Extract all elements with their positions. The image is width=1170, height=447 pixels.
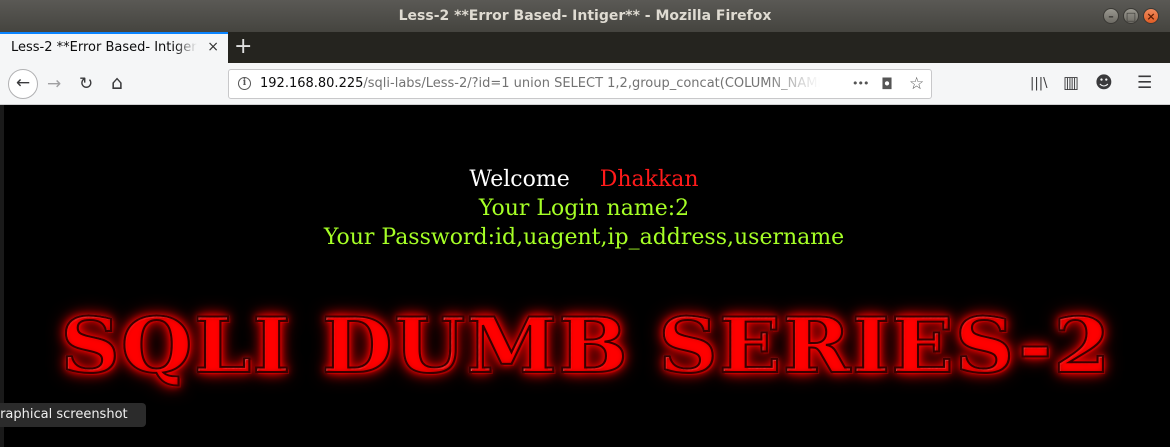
url-host: 192.168.80.225 [260, 76, 364, 91]
window-titlebar: Less-2 **Error Based- Intiger** - Mozill… [0, 0, 1170, 32]
minimize-icon[interactable]: – [1103, 8, 1119, 24]
tab-active[interactable]: Less-2 **Error Based- Intiger** - Mozill… [0, 32, 228, 63]
library-icon[interactable]: |||\ [1030, 74, 1048, 94]
window-title: Less-2 **Error Based- Intiger** - Mozill… [398, 8, 772, 24]
back-button[interactable]: ← [8, 69, 38, 99]
password-line: Your Password:id,uagent,ip_address,usern… [323, 225, 845, 250]
page-content: Welcome Dhakkan Your Login name:2 Your Pa… [4, 105, 1170, 447]
welcome-line: Welcome Dhakkan [4, 167, 1164, 192]
tab-strip: Less-2 **Error Based- Intiger** - Mozill… [0, 32, 1170, 63]
tab-close-icon[interactable]: × [207, 34, 219, 61]
account-icon[interactable]: ☻ [1095, 73, 1113, 93]
url-bar[interactable]: i 192.168.80.225/sqli-labs/Less-2/?id=1 … [228, 69, 932, 99]
bookmark-star-icon[interactable]: ☆ [909, 70, 924, 98]
url-text[interactable]: 192.168.80.225/sqli-labs/Less-2/?id=1 un… [260, 70, 820, 98]
page-actions-icon[interactable]: ••• [852, 70, 869, 98]
tooltip: Graphical screenshot [0, 403, 146, 427]
url-path: /sqli-labs/Less-2/?id=1 union SELECT 1,2… [363, 76, 820, 91]
welcome-label: Welcome [469, 167, 570, 192]
close-window-icon[interactable]: × [1143, 8, 1159, 24]
sidebar-icon[interactable]: ▥ [1063, 73, 1079, 93]
login-name-line: Your Login name:2 [478, 196, 690, 221]
maximize-icon[interactable]: □ [1123, 8, 1139, 24]
sqli-banner: SQLI DUMB SERIES-2 [46, 300, 1126, 391]
menu-icon[interactable]: ☰ [1137, 73, 1152, 93]
new-tab-icon[interactable]: + [234, 33, 252, 61]
pocket-icon[interactable]: ◘ [881, 70, 893, 98]
info-icon[interactable]: i [238, 77, 251, 90]
forward-button[interactable]: → [47, 74, 61, 94]
reload-button[interactable]: ↻ [79, 74, 93, 94]
home-button[interactable]: ⌂ [111, 73, 123, 93]
welcome-name: Dhakkan [599, 167, 699, 192]
tab-title: Less-2 **Error Based- Intiger** - Mozill… [11, 40, 197, 55]
navigation-toolbar: ← → ↻ ⌂ i 192.168.80.225/sqli-labs/Less-… [0, 63, 1170, 105]
